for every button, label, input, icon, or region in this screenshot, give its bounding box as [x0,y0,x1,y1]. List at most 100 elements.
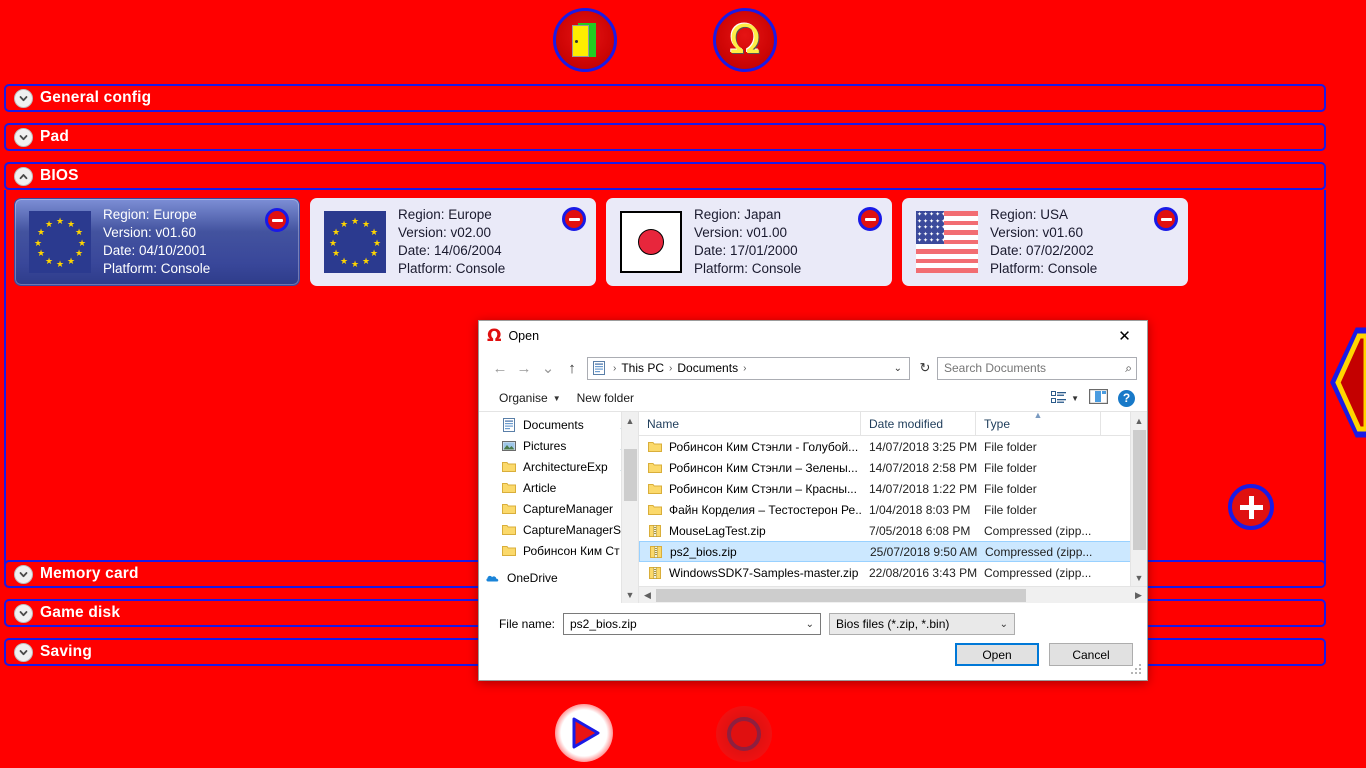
nav-item-label: OneDrive [507,570,558,585]
table-row[interactable]: Файн Корделия – Тестостерон Ре... 1/04/2… [639,499,1147,520]
column-label: Name [647,416,680,431]
file-name-input[interactable]: ps2_bios.zip ⌄ [563,613,821,635]
exit-button[interactable] [553,8,617,72]
sidebar-item-pad[interactable]: Pad [4,123,1326,151]
stop-button[interactable] [716,706,772,762]
remove-bios-button[interactable] [265,208,289,232]
organise-button[interactable]: Organise ▼ [491,391,569,405]
chevron-down-icon: ▼ [1071,393,1079,403]
table-row[interactable]: Робинсон Ким Стэнли - Голубой... 14/07/2… [639,436,1147,457]
remove-bios-button[interactable] [858,207,882,231]
scroll-up-icon[interactable]: ▲ [1131,412,1147,429]
file-name: Файн Корделия – Тестостерон Ре... [669,502,861,517]
table-row[interactable]: Робинсон Ким Стэнли – Зелены... 14/07/20… [639,457,1147,478]
remove-bios-button[interactable] [562,207,586,231]
table-row[interactable]: ps2_bios.zip 25/07/2018 9:50 AM Compress… [639,541,1147,562]
bios-card[interactable]: ✦✦✦✦✦✦✦✦✦✦✦✦✦✦✦✦✦✦✦✦✦✦✦✦✦ Region: USA Ve… [902,198,1188,286]
file-list-hscrollbar[interactable]: ◀ ▶ [639,586,1147,603]
bios-version: Version: v01.60 [990,225,1084,240]
bios-version: Version: v01.00 [694,225,788,240]
scroll-up-icon[interactable]: ▲ [622,412,638,429]
chevron-down-icon[interactable] [14,603,33,623]
table-row[interactable]: Робинсон Ким Стэнли – Красны... 14/07/20… [639,478,1147,499]
chevron-down-icon[interactable] [14,642,33,662]
chevron-down-icon[interactable]: ⌄ [996,619,1012,630]
navigation-list: Documents 📌 Pictures 📌 [479,412,638,588]
nav-item-onedrive[interactable]: OneDrive [479,567,638,588]
scrollbar-thumb[interactable] [1133,430,1146,550]
nav-item-article[interactable]: Article [479,477,638,498]
sidebar-item-bios[interactable]: BIOS [4,162,1326,190]
column-header-type[interactable]: ▲ Type [976,412,1101,436]
bios-region: Region: Europe [103,207,197,222]
open-file-dialog: Ω Open ✕ ← → ⌄ ↑ › This PC › Documents › [478,320,1148,681]
bios-platform: Platform: Console [103,261,211,276]
bios-card[interactable]: ★ ★ ★ ★ ★ ★ ★ ★ ★ ★ ★ ★ Region: Europe V… [310,198,596,286]
remove-bios-button[interactable] [1154,207,1178,231]
chevron-down-icon[interactable]: ⌄ [802,619,818,630]
section-label: Pad [40,128,70,145]
nav-item-architectureexp[interactable]: ArchitectureExp 📌 [479,456,638,477]
column-header-date-modified[interactable]: Date modified [861,412,976,436]
flag-eu-icon: ★ ★ ★ ★ ★ ★ ★ ★ ★ ★ ★ ★ [324,211,386,273]
file-type: File folder [984,502,1037,517]
nav-item-pictures[interactable]: Pictures 📌 [479,435,638,456]
omega-icon: Ω [729,17,761,63]
file-name-cell: Робинсон Ким Стэнли - Голубой... [639,439,861,455]
close-icon[interactable]: ✕ [1102,321,1147,351]
forward-icon[interactable]: → [513,356,535,380]
add-bios-button[interactable] [1228,484,1274,530]
breadcrumb[interactable]: › This PC › Documents › ⌄ [587,356,910,380]
nav-item-capturemanagers[interactable]: CaptureManagerS [479,519,638,540]
scroll-down-icon[interactable]: ▼ [1131,569,1147,586]
breadcrumb-item-this-pc[interactable]: This PC [619,361,666,375]
run-button[interactable] [555,704,613,762]
hscroll-track[interactable] [656,587,1130,603]
nav-item-capturemanager[interactable]: CaptureManager [479,498,638,519]
refresh-icon[interactable]: ↻ [915,357,935,379]
scrollbar-thumb[interactable] [656,589,1026,602]
next-arrow-button[interactable] [1328,325,1366,440]
bios-region: Region: Japan [694,207,782,222]
pcsx2-button[interactable]: Ω [713,8,777,72]
nav-pane-scrollbar[interactable]: ▲ ▼ [621,412,638,603]
nav-item-documents[interactable]: Documents 📌 [479,414,638,435]
scroll-down-icon[interactable]: ▼ [622,586,638,603]
preview-pane-button[interactable] [1088,388,1109,407]
open-button[interactable]: Open [955,643,1039,666]
up-icon[interactable]: ↑ [561,356,583,380]
chevron-up-icon[interactable] [14,166,33,186]
file-type-filter-select[interactable]: Bios files (*.zip, *.bin) ⌄ [829,613,1015,635]
file-rows: Робинсон Ким Стэнли - Голубой... 14/07/2… [639,436,1147,583]
table-row[interactable]: WindowsSDK7-Samples-master.zip 22/08/201… [639,562,1147,583]
chevron-down-icon[interactable]: ⌄ [889,363,907,374]
recent-locations-icon[interactable]: ⌄ [537,356,559,380]
chevron-down-icon[interactable] [14,88,33,108]
chevron-down-icon[interactable] [14,564,33,584]
section-label: BIOS [40,167,79,184]
column-header-name[interactable]: Name [639,412,861,436]
nav-item-robinson[interactable]: Робинсон Ким Ст [479,540,638,561]
file-date: 22/08/2016 3:43 PM [869,565,978,580]
breadcrumb-item-documents[interactable]: Documents [675,361,740,375]
new-folder-button[interactable]: New folder [569,391,642,405]
pictures-icon [501,438,517,454]
scroll-right-icon[interactable]: ▶ [1130,590,1147,601]
chevron-down-icon[interactable] [14,127,33,147]
search-input[interactable]: Search Documents ⌕ [937,356,1137,380]
cancel-button[interactable]: Cancel [1049,643,1133,666]
nav-item-label: Article [523,480,557,495]
help-icon[interactable]: ? [1118,389,1135,407]
folder-icon [501,543,517,559]
resize-grip[interactable] [1131,664,1144,677]
back-icon[interactable]: ← [489,356,511,380]
file-list-scrollbar[interactable]: ▲ ▼ [1130,412,1147,586]
scrollbar-thumb[interactable] [624,449,637,501]
table-row[interactable]: MouseLagTest.zip 7/05/2018 6:08 PM Compr… [639,520,1147,541]
bios-card[interactable]: Region: Japan Version: v01.00 Date: 17/0… [606,198,892,286]
scroll-left-icon[interactable]: ◀ [639,590,656,601]
file-date: 25/07/2018 9:50 AM [870,544,978,559]
view-mode-button[interactable]: ▼ [1051,391,1079,405]
bios-card[interactable]: ★ ★ ★ ★ ★ ★ ★ ★ ★ ★ ★ ★ Region: Europe V… [14,198,300,286]
sidebar-item-general-config[interactable]: General config [4,84,1326,112]
